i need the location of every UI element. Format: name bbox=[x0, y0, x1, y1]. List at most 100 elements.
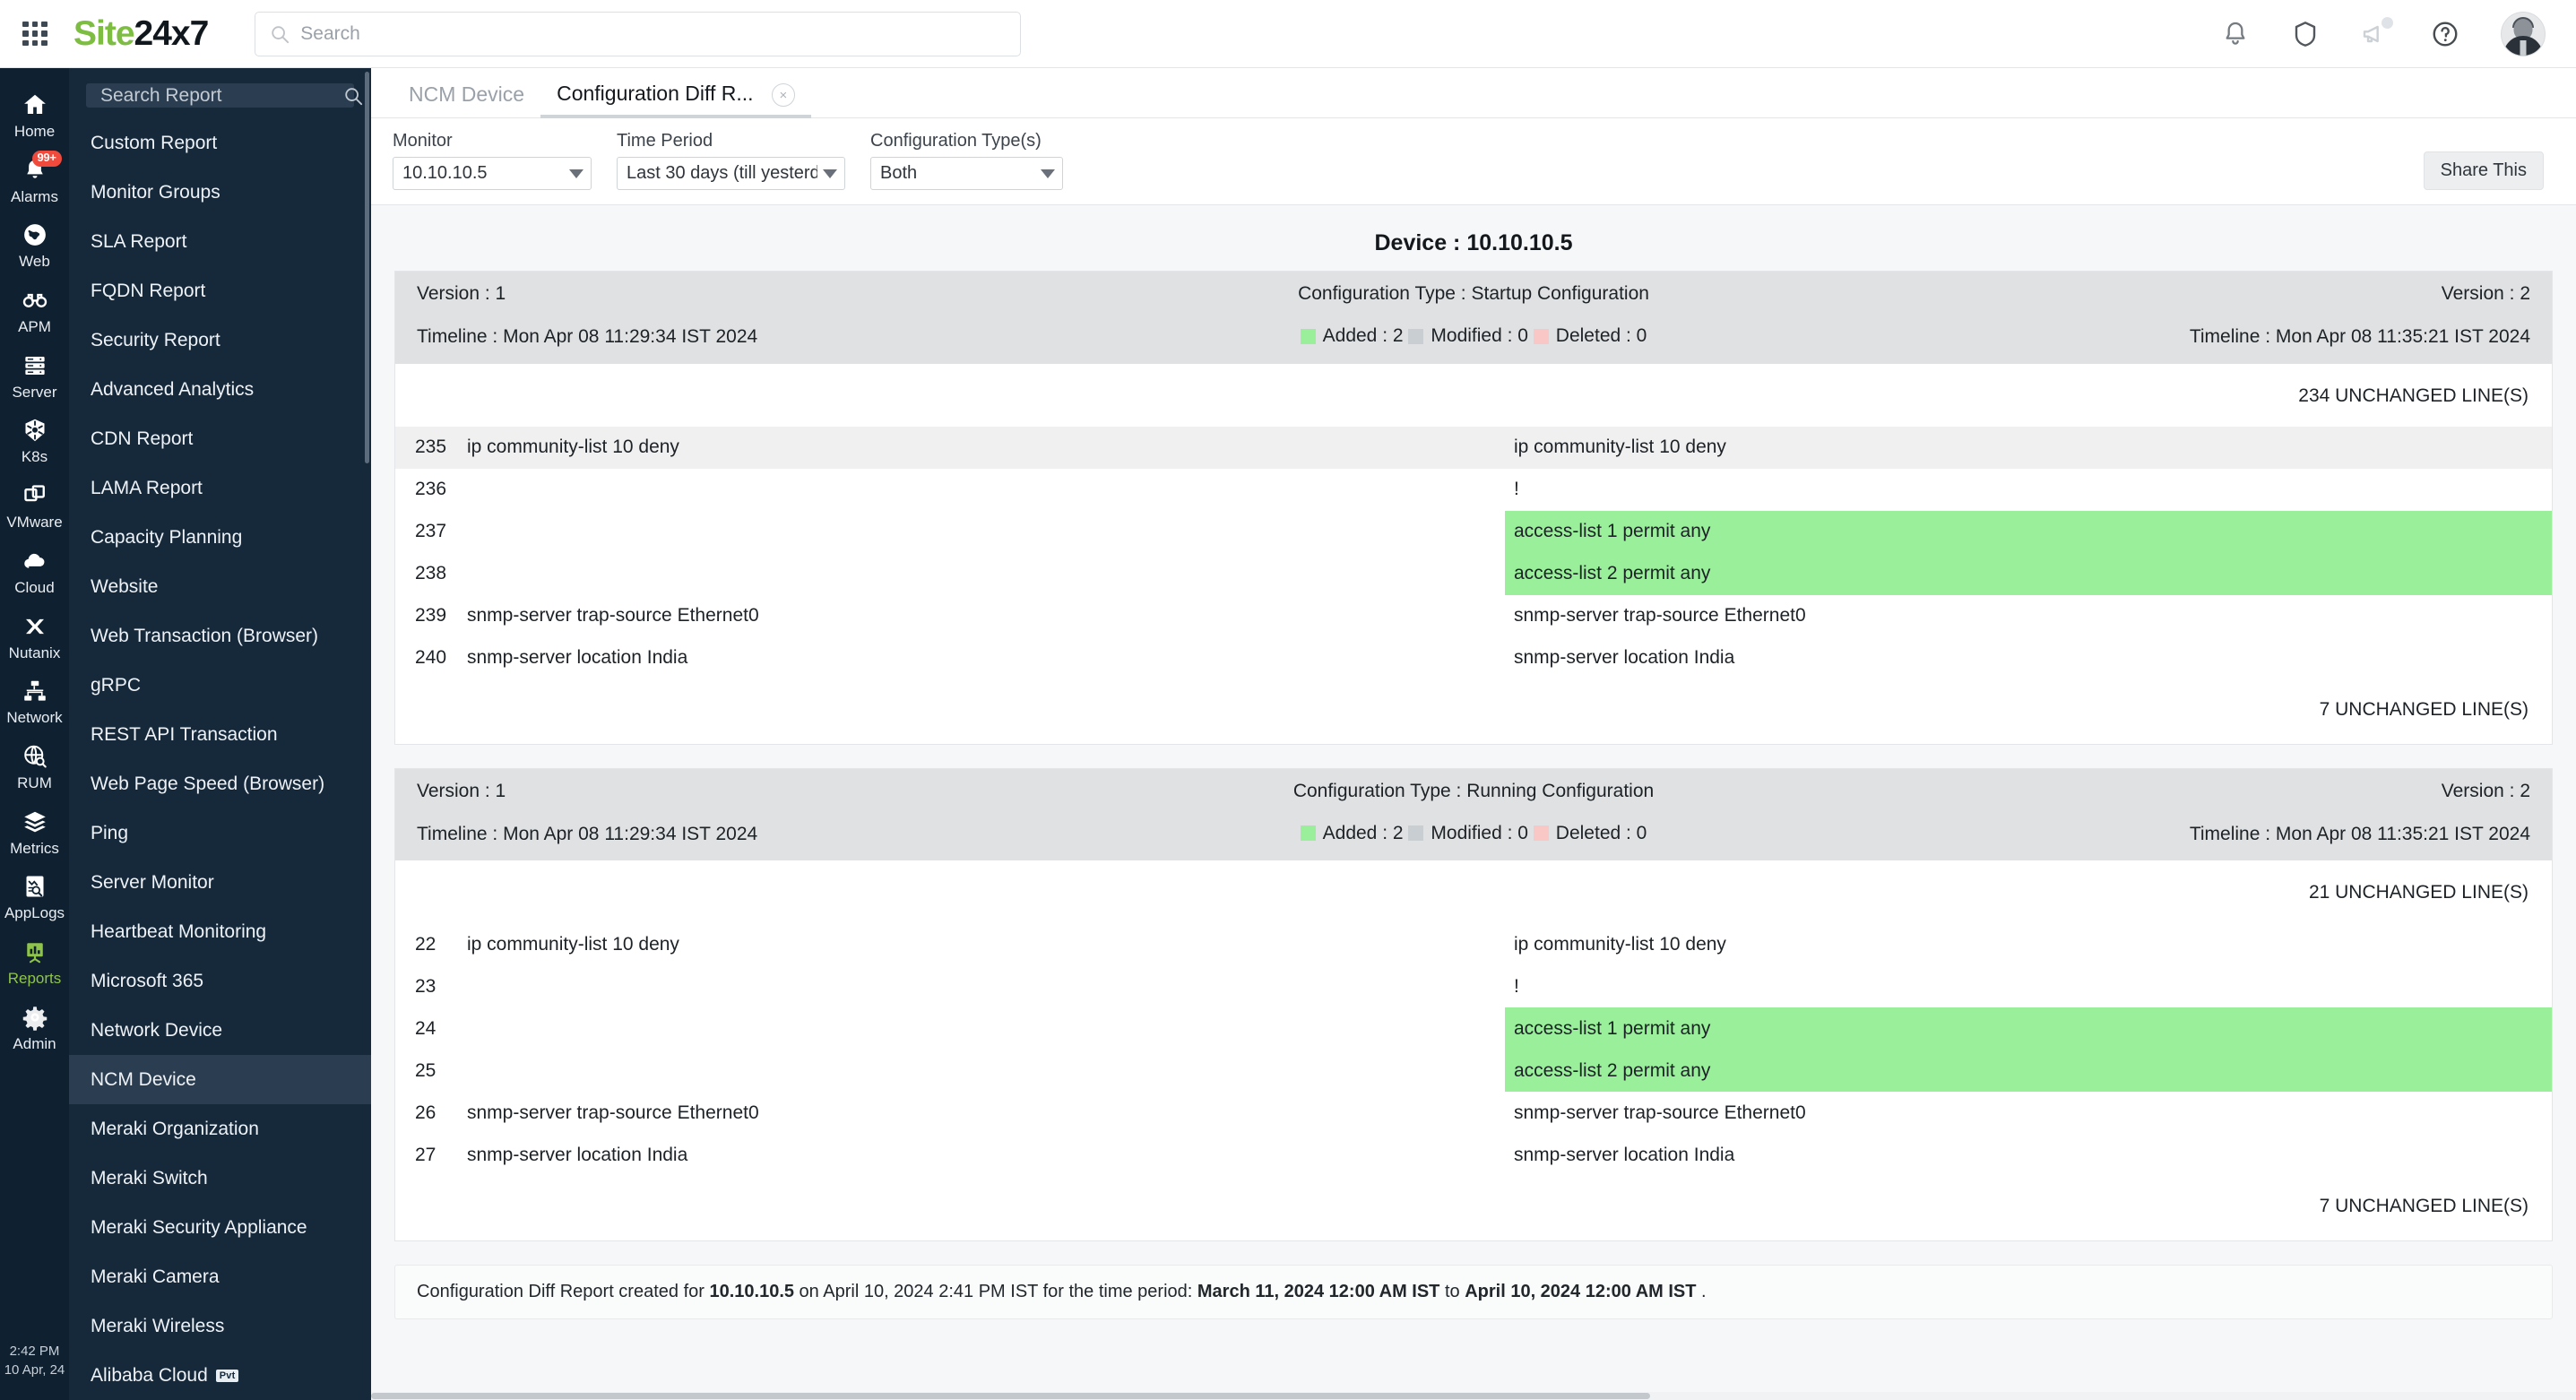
table-row: 22 ip community-list 10 deny ip communit… bbox=[395, 923, 2552, 965]
deleted-count: Deleted : 0 bbox=[1555, 822, 1647, 843]
table-row: 240 snmp-server location India snmp-serv… bbox=[395, 637, 2552, 679]
nav-item-label: REST API Transaction bbox=[91, 723, 278, 745]
diff-header-timelines: Timeline : Mon Apr 08 11:29:34 IST 2024 … bbox=[417, 325, 2530, 350]
nav-item-network-device[interactable]: Network Device bbox=[69, 1006, 371, 1055]
logo-text-site: Site bbox=[73, 14, 135, 53]
nav-item-meraki-security-appliance[interactable]: Meraki Security Appliance bbox=[69, 1203, 371, 1252]
nav-item-ping[interactable]: Ping bbox=[69, 808, 371, 858]
rail-item-server[interactable]: Server bbox=[0, 343, 69, 409]
site24x7-logo[interactable]: Site24x7 bbox=[73, 14, 209, 53]
rail-item-web[interactable]: Web bbox=[0, 212, 69, 278]
nav-item-web-transaction-browser[interactable]: Web Transaction (Browser) bbox=[69, 611, 371, 661]
rail-item-reports[interactable]: Reports bbox=[0, 929, 69, 995]
nav-item-website[interactable]: Website bbox=[69, 562, 371, 611]
rail-item-rum[interactable]: RUM bbox=[0, 734, 69, 799]
nav-item-heartbeat-monitoring[interactable]: Heartbeat Monitoring bbox=[69, 907, 371, 956]
rail-item-applogs[interactable]: AppLogs bbox=[0, 864, 69, 929]
rail-item-nutanix[interactable]: Nutanix bbox=[0, 604, 69, 670]
nav-item-meraki-switch[interactable]: Meraki Switch bbox=[69, 1154, 371, 1203]
search-input[interactable] bbox=[300, 22, 1007, 45]
new-line-added: access-list 1 permit any bbox=[1505, 510, 2552, 553]
grid-waffle-icon[interactable] bbox=[20, 19, 50, 49]
nav-item-microsoft-365[interactable]: Microsoft 365 bbox=[69, 956, 371, 1006]
global-search[interactable] bbox=[255, 11, 1022, 56]
nav-item-sla-report[interactable]: SLA Report bbox=[69, 217, 371, 266]
diff-header-versions: Version : 1 Configuration Type : Running… bbox=[417, 781, 2530, 802]
app-root: Site24x7 Search Home 99+ Alarms Web APM … bbox=[0, 0, 2576, 1400]
nav-scrollbar[interactable] bbox=[365, 72, 369, 463]
nav-item-fqdn-report[interactable]: FQDN Report bbox=[69, 266, 371, 315]
nav-item-label: Capacity Planning bbox=[91, 526, 243, 548]
horizontal-scrollbar[interactable] bbox=[371, 1392, 2576, 1400]
nav-item-monitor-groups[interactable]: Monitor Groups bbox=[69, 168, 371, 217]
rail-item-home[interactable]: Home bbox=[0, 82, 69, 148]
nav-item-security-report[interactable]: Security Report bbox=[69, 315, 371, 365]
nav-item-web-page-speed-browser[interactable]: Web Page Speed (Browser) bbox=[69, 759, 371, 808]
time-period-select[interactable]: Last 30 days (till yesterday) bbox=[617, 157, 845, 190]
report-canvas: Device : 10.10.10.5 Version : 1 Configur… bbox=[371, 205, 2576, 1400]
old-line: snmp-server location India bbox=[467, 1144, 688, 1165]
nav-item-capacity-planning[interactable]: Capacity Planning bbox=[69, 513, 371, 562]
added-count: Added : 2 bbox=[1322, 325, 1404, 346]
modified-swatch bbox=[1408, 328, 1424, 344]
line-number: 239 bbox=[415, 605, 447, 626]
diff-panel-header: Version : 1 Configuration Type : Running… bbox=[395, 768, 2552, 860]
nutanix-x-icon bbox=[21, 612, 49, 641]
monitor-select[interactable]: 10.10.10.5 bbox=[393, 157, 592, 190]
rail-item-network[interactable]: Network bbox=[0, 669, 69, 734]
close-icon[interactable]: × bbox=[771, 83, 795, 107]
rail-item-k8s[interactable]: K8s bbox=[0, 408, 69, 473]
tab-configuration-diff-report[interactable]: Configuration Diff R... × bbox=[540, 82, 811, 118]
configuration-types-select[interactable]: Both bbox=[870, 157, 1063, 190]
shield-icon[interactable] bbox=[2291, 20, 2320, 48]
nav-item-meraki-organization[interactable]: Meraki Organization bbox=[69, 1104, 371, 1154]
footer-device: 10.10.10.5 bbox=[709, 1282, 794, 1301]
notifications-bell-icon[interactable] bbox=[2221, 20, 2250, 48]
share-this-button[interactable]: Share This bbox=[2423, 151, 2544, 190]
nav-item-lama-report[interactable]: LAMA Report bbox=[69, 463, 371, 513]
rail-item-apm[interactable]: APM bbox=[0, 278, 69, 343]
old-line: snmp-server location India bbox=[467, 647, 688, 668]
scrollbar-thumb[interactable] bbox=[371, 1393, 1650, 1399]
rail-label: Network bbox=[6, 709, 63, 727]
user-avatar[interactable] bbox=[2501, 11, 2546, 56]
report-search-input[interactable] bbox=[100, 84, 343, 107]
nav-item-label: Meraki Wireless bbox=[91, 1315, 225, 1336]
nav-item-server-monitor[interactable]: Server Monitor bbox=[69, 858, 371, 907]
server-stack-icon bbox=[21, 351, 49, 380]
rail-item-admin[interactable]: Admin bbox=[0, 995, 69, 1060]
nav-item-label: Web Transaction (Browser) bbox=[91, 625, 319, 646]
help-question-icon[interactable] bbox=[2431, 20, 2459, 48]
right-version: Version : 2 bbox=[2441, 780, 2530, 801]
nav-item-alibaba-cloud[interactable]: Alibaba Cloud Pvt bbox=[69, 1351, 371, 1400]
diff-header-versions: Version : 1 Configuration Type : Startup… bbox=[417, 283, 2530, 305]
chevron-down-icon bbox=[1041, 169, 1055, 178]
nav-item-advanced-analytics[interactable]: Advanced Analytics bbox=[69, 365, 371, 414]
deleted-count: Deleted : 0 bbox=[1555, 325, 1647, 346]
nav-item-meraki-wireless[interactable]: Meraki Wireless bbox=[69, 1301, 371, 1351]
table-row: 24 access-list 1 permit any bbox=[395, 1007, 2552, 1050]
rail-item-cloud[interactable]: Cloud bbox=[0, 539, 69, 604]
report-search[interactable] bbox=[86, 83, 363, 108]
nav-item-custom-report[interactable]: Custom Report bbox=[69, 118, 371, 168]
nav-item-rest-api-transaction[interactable]: REST API Transaction bbox=[69, 710, 371, 759]
nav-item-cdn-report[interactable]: CDN Report bbox=[69, 414, 371, 463]
rail-item-metrics[interactable]: Metrics bbox=[0, 799, 69, 865]
announcements-megaphone-icon[interactable] bbox=[2361, 16, 2393, 48]
nav-item-grpc[interactable]: gRPC bbox=[69, 661, 371, 710]
search-icon bbox=[272, 25, 290, 43]
monitor-field: Monitor 10.10.10.5 bbox=[393, 131, 592, 190]
deleted-swatch bbox=[1533, 825, 1549, 841]
line-number: 235 bbox=[395, 426, 458, 469]
old-line bbox=[458, 1050, 1505, 1092]
rail-item-alarms[interactable]: 99+ Alarms bbox=[0, 148, 69, 213]
old-line: snmp-server trap-source Ethernet0 bbox=[467, 1102, 759, 1123]
rail-item-vmware[interactable]: VMware bbox=[0, 473, 69, 539]
modified-swatch bbox=[1408, 825, 1424, 841]
nav-item-meraki-camera[interactable]: Meraki Camera bbox=[69, 1252, 371, 1301]
rail-label: Metrics bbox=[10, 839, 59, 857]
nav-item-label: Network Device bbox=[91, 1019, 223, 1041]
diff-panel-running-configuration: Version : 1 Configuration Type : Running… bbox=[394, 767, 2553, 1241]
tab-ncm-device[interactable]: NCM Device bbox=[393, 82, 540, 117]
nav-item-ncm-device[interactable]: NCM Device bbox=[69, 1055, 371, 1104]
